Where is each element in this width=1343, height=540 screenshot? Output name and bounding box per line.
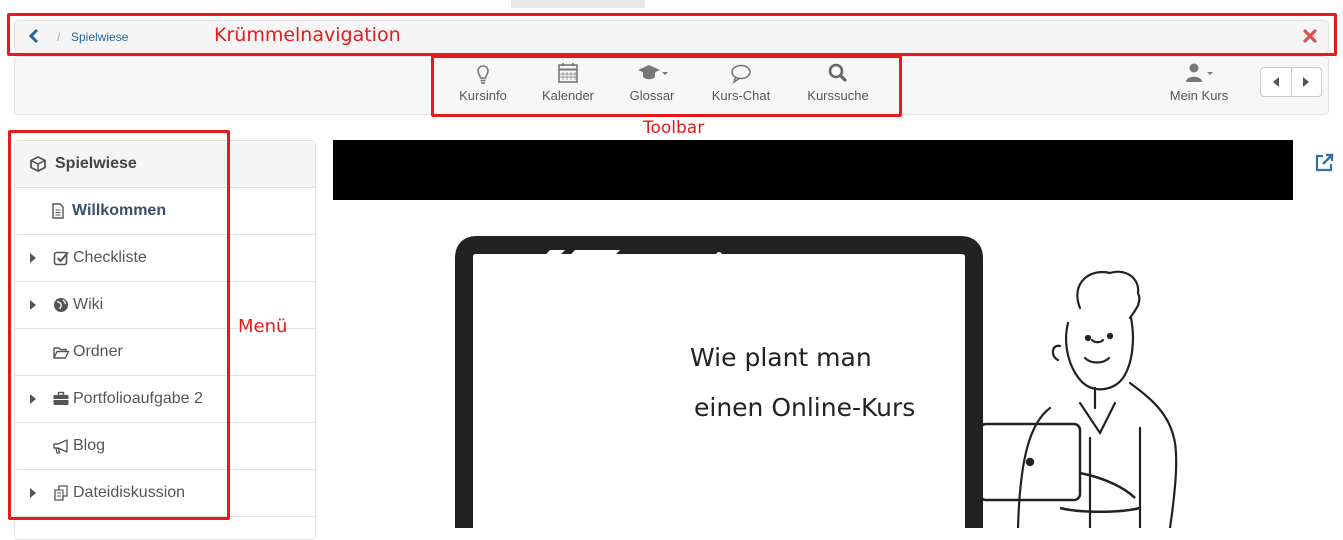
- illustrated-person: [1016, 270, 1178, 528]
- previous-button[interactable]: [1261, 68, 1292, 96]
- caret-right-icon: [1303, 77, 1310, 87]
- laptop-illustration: [978, 422, 1141, 513]
- annotation-label-menu: Menü: [238, 316, 288, 337]
- user-menu[interactable]: Mein Kurs: [1164, 61, 1234, 103]
- user-icon: [1186, 63, 1213, 82]
- annotation-box-breadcrumb: [7, 13, 1337, 56]
- video-title-line1: Wie plant man: [690, 343, 872, 372]
- annotation-box-menu: [8, 130, 230, 520]
- video-player[interactable]: Wie plant man einen Online-Kurs: [440, 228, 1220, 528]
- annotation-label-breadcrumb: Krümmelnavigation: [214, 24, 401, 46]
- next-button[interactable]: [1292, 68, 1322, 96]
- external-link-icon[interactable]: [1313, 152, 1335, 174]
- annotation-box-toolbar: [431, 55, 902, 117]
- course-nav-buttons: [1260, 67, 1322, 97]
- video-header-banner: [333, 140, 1293, 200]
- caret-left-icon: [1272, 77, 1279, 87]
- annotation-label-toolbar: Toolbar: [643, 118, 705, 138]
- top-tab-indicator: [511, 0, 645, 8]
- video-title-line2: einen Online-Kurs: [694, 393, 915, 422]
- user-menu-label: Mein Kurs: [1169, 88, 1229, 103]
